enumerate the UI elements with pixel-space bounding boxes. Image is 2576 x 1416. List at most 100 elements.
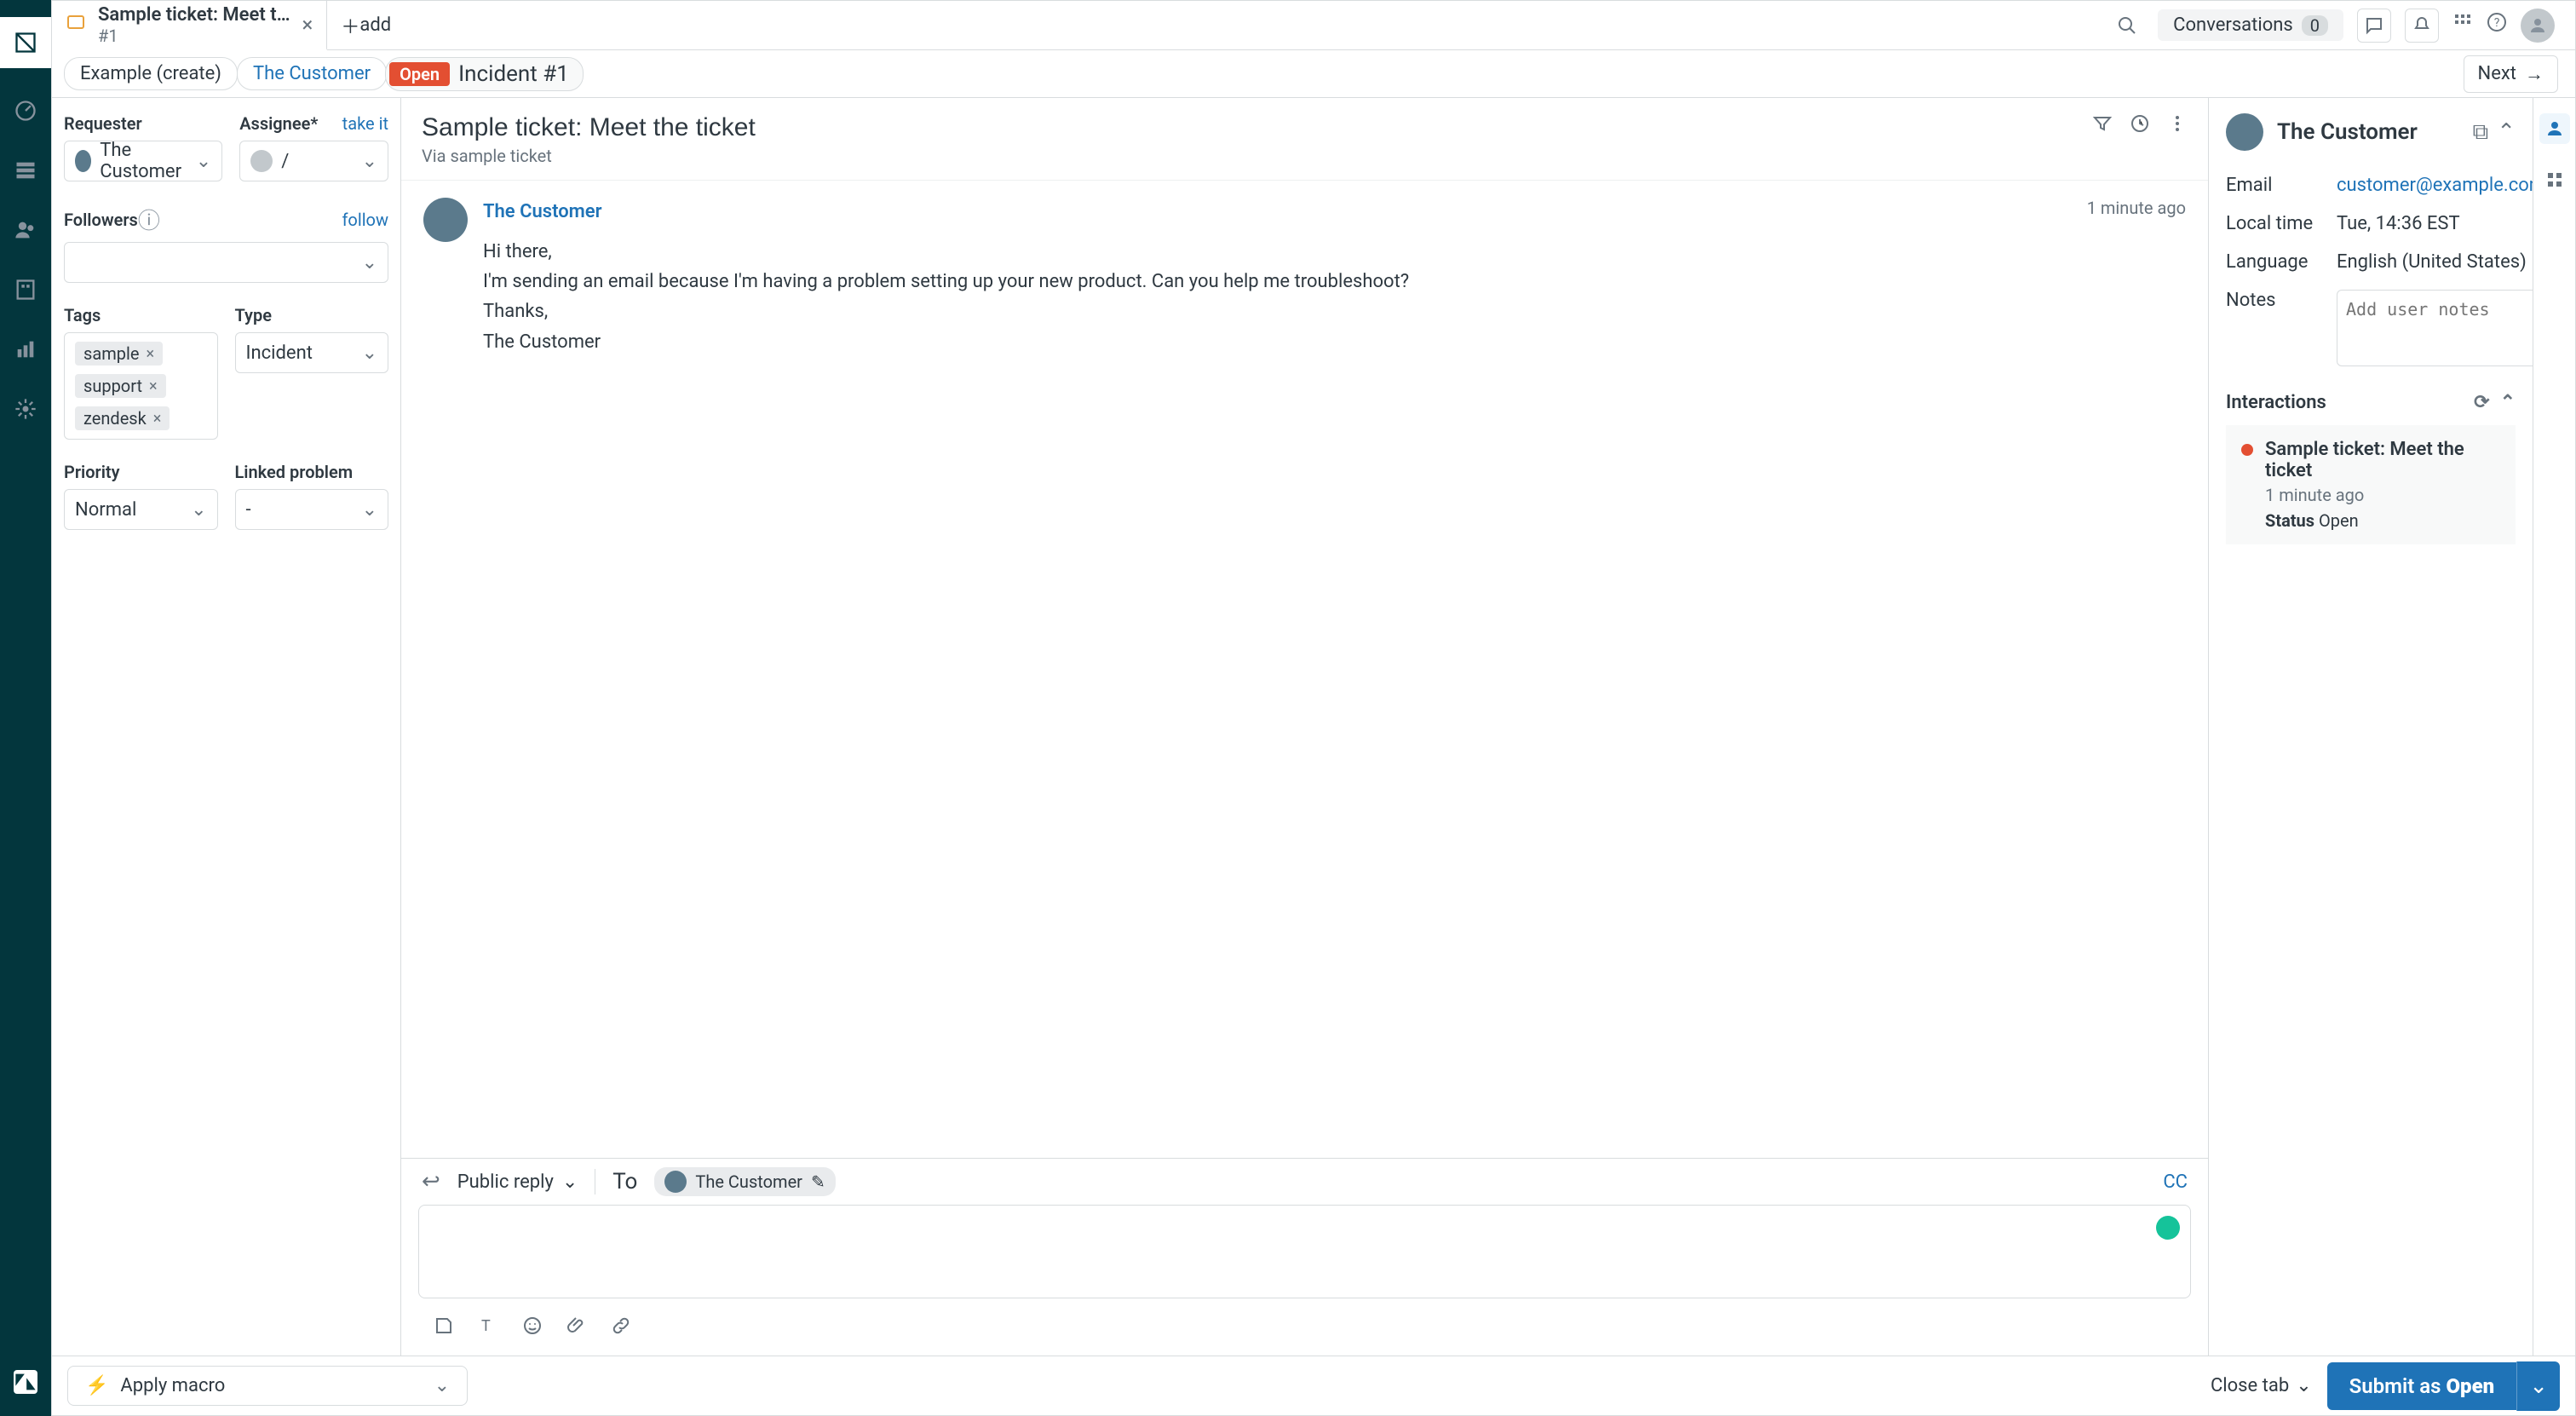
- ticket-tab[interactable]: Sample ticket: Meet t… #1 ×: [52, 1, 327, 50]
- author-avatar[interactable]: [423, 198, 468, 242]
- submit-dropdown[interactable]: ⌄: [2516, 1361, 2560, 1411]
- chevron-down-icon: ⌄: [362, 252, 377, 273]
- nav-reports-icon[interactable]: [9, 332, 43, 366]
- priority-label: Priority: [64, 462, 218, 482]
- cc-link[interactable]: CC: [2163, 1171, 2188, 1193]
- followers-select[interactable]: ⌄: [64, 242, 388, 283]
- chevron-down-icon: ⌄: [362, 342, 377, 364]
- apps-button[interactable]: [2452, 12, 2473, 38]
- chevron-down-icon: ⌄: [191, 499, 206, 521]
- refresh-icon[interactable]: ⟳: [2474, 392, 2489, 413]
- subject-input[interactable]: [422, 113, 2092, 142]
- take-it-link[interactable]: take it: [342, 113, 388, 134]
- author-link[interactable]: The Customer: [483, 201, 602, 222]
- collapse-icon[interactable]: ⌃: [2497, 119, 2516, 146]
- person-icon: [2527, 15, 2548, 36]
- customer-avatar[interactable]: [2226, 113, 2263, 151]
- customer-info-panel: The Customer ⧉ ⌃ Email customer@example.…: [2209, 98, 2533, 1356]
- nav-admin-icon[interactable]: [9, 392, 43, 426]
- reply-type-select[interactable]: Public reply ⌄: [457, 1171, 578, 1193]
- collapse-icon[interactable]: ⌃: [2500, 392, 2516, 413]
- tag-chip: sample×: [75, 342, 163, 366]
- reply-type-label: Public reply: [457, 1171, 554, 1193]
- close-tab-button[interactable]: Close tab ⌄: [2195, 1367, 2327, 1405]
- emoji-icon[interactable]: [522, 1315, 543, 1342]
- requester-select[interactable]: The Customer ⌄: [64, 141, 222, 181]
- type-select[interactable]: Incident ⌄: [235, 332, 389, 373]
- message: The Customer 1 minute ago Hi there, I'm …: [423, 198, 2186, 357]
- message-body: Hi there, I'm sending an email because I…: [483, 237, 2186, 357]
- remove-tag-icon[interactable]: ×: [146, 345, 154, 363]
- notes-input[interactable]: [2337, 290, 2533, 366]
- next-button[interactable]: Next →: [2464, 55, 2558, 93]
- attachment-icon[interactable]: [566, 1315, 587, 1342]
- next-label: Next: [2478, 63, 2516, 84]
- search-button[interactable]: [2110, 9, 2144, 43]
- assignee-select[interactable]: / ⌄: [239, 141, 388, 181]
- linked-problem-select[interactable]: - ⌄: [235, 489, 389, 530]
- breadcrumb-example[interactable]: Example (create): [64, 57, 238, 90]
- linked-problem-value: -: [246, 499, 251, 521]
- arrow-right-icon: →: [2525, 63, 2544, 85]
- notifications-button[interactable]: [2405, 9, 2439, 43]
- conversation-panel: Via sample ticket The Customer 1 minute …: [401, 98, 2209, 1356]
- add-tab-label: add: [359, 14, 391, 36]
- incident-label: Incident #1: [458, 61, 569, 87]
- close-tab-icon[interactable]: ×: [302, 13, 313, 37]
- submit-button[interactable]: Submit as Open: [2327, 1362, 2517, 1410]
- format-text-icon[interactable]: T: [478, 1315, 498, 1342]
- draft-icon[interactable]: [434, 1315, 454, 1342]
- user-avatar[interactable]: [2521, 9, 2555, 43]
- language-label: Language: [2226, 251, 2328, 273]
- chevron-down-icon: ⌄: [562, 1171, 578, 1193]
- nav-home-icon[interactable]: [0, 17, 51, 68]
- plus-icon: ＋: [341, 12, 359, 39]
- nav-rail: [0, 0, 51, 1416]
- follow-link[interactable]: follow: [342, 210, 388, 230]
- requester-label: Requester: [64, 113, 222, 134]
- interaction-item[interactable]: Sample ticket: Meet the ticket 1 minute …: [2226, 425, 2516, 544]
- avatar-icon: [75, 150, 91, 172]
- edit-icon[interactable]: ✎: [811, 1171, 825, 1192]
- svg-text:?: ?: [2494, 16, 2500, 30]
- add-tab-button[interactable]: ＋ add: [327, 1, 370, 49]
- link-icon[interactable]: [611, 1315, 631, 1342]
- help-button[interactable]: ?: [2487, 12, 2507, 38]
- context-user-icon[interactable]: [2539, 113, 2570, 144]
- more-icon[interactable]: [2167, 113, 2188, 140]
- conversations-button[interactable]: Conversations 0: [2158, 9, 2343, 41]
- email-label: Email: [2226, 175, 2328, 196]
- remove-tag-icon[interactable]: ×: [153, 410, 162, 428]
- tags-input[interactable]: sample× support× zendesk×: [64, 332, 218, 440]
- avatar-icon: [250, 150, 273, 172]
- chat-status-button[interactable]: [2357, 9, 2391, 43]
- apply-macro-button[interactable]: ⚡ Apply macro ⌄: [67, 1366, 468, 1406]
- chevron-down-icon: ⌄: [2529, 1373, 2548, 1399]
- grammarly-icon[interactable]: [2156, 1216, 2180, 1240]
- apply-macro-label: Apply macro: [120, 1375, 225, 1396]
- info-icon[interactable]: ⓘ: [138, 204, 160, 235]
- bell-icon: [2412, 15, 2432, 36]
- breadcrumb-customer[interactable]: The Customer: [237, 57, 387, 90]
- nav-views-icon[interactable]: [9, 153, 43, 187]
- chevron-down-icon: ⌄: [2296, 1375, 2311, 1396]
- customer-email[interactable]: customer@example.com: [2337, 175, 2533, 196]
- apps-panel-icon[interactable]: [2539, 164, 2570, 195]
- open-external-icon[interactable]: ⧉: [2473, 119, 2489, 146]
- ticket-fields-panel: Requester The Customer ⌄ Assignee* take …: [52, 98, 401, 1356]
- requester-value: The Customer: [100, 140, 187, 182]
- close-tab-label: Close tab: [2211, 1375, 2289, 1396]
- ticket-status[interactable]: Open Incident #1: [385, 57, 584, 91]
- nav-customers-icon[interactable]: [9, 213, 43, 247]
- nav-dashboard-icon[interactable]: [9, 94, 43, 128]
- nav-org-icon[interactable]: [9, 273, 43, 307]
- remove-tag-icon[interactable]: ×: [149, 377, 158, 395]
- reply-editor[interactable]: [418, 1205, 2191, 1298]
- tag-chip: support×: [75, 374, 166, 398]
- history-icon[interactable]: [2130, 113, 2150, 140]
- filter-icon[interactable]: [2092, 113, 2113, 140]
- recipient-chip[interactable]: The Customer ✎: [654, 1167, 835, 1196]
- chevron-down-icon: ⌄: [362, 151, 377, 172]
- recipient-name: The Customer: [695, 1171, 802, 1192]
- priority-select[interactable]: Normal ⌄: [64, 489, 218, 530]
